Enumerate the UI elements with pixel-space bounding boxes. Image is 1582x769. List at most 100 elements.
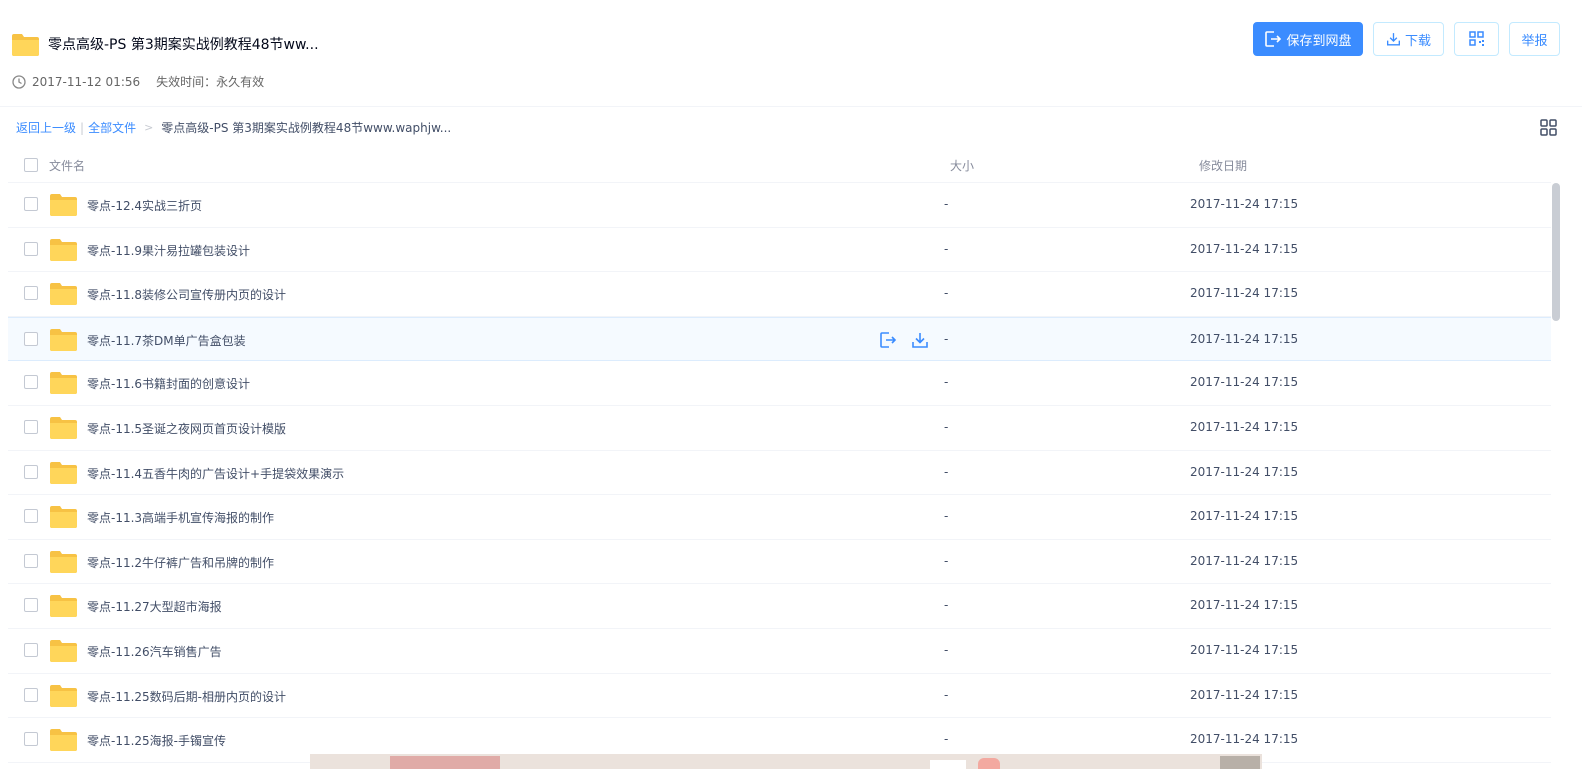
file-size: - [944,598,949,613]
file-name[interactable]: 零点-11.9果汁易拉罐包装设计 [87,242,250,259]
report-label: 举报 [1521,33,1548,49]
folder-icon [50,595,77,618]
file-list-header: 文件名 大小 修改日期 [8,146,1551,183]
folder-icon [50,550,77,573]
file-size: - [944,509,949,524]
download-button[interactable]: 下载 [1373,22,1444,56]
file-date: 2017-11-24 17:15 [1190,375,1299,390]
share-title: 零点高级-PS 第3期案实战例教程48节ww... [48,37,319,53]
folder-icon [50,328,77,351]
file-row[interactable]: 零点-12.4实战三折页 - 2017-11-24 17:15 [8,183,1551,228]
row-checkbox[interactable] [24,553,38,568]
qr-code-icon [1468,31,1484,46]
folder-icon [50,639,77,662]
file-date: 2017-11-24 17:15 [1190,553,1299,568]
column-size[interactable]: 大小 [950,157,974,174]
row-checkbox[interactable] [24,197,38,211]
file-row[interactable]: 零点-11.8装修公司宣传册内页的设计 - 2017-11-24 17:15 [8,272,1551,317]
file-date: 2017-11-24 17:15 [1190,286,1299,301]
file-row[interactable]: 零点-11.3高端手机宣传海报的制作 - 2017-11-24 17:15 [8,495,1551,540]
file-date: 2017-11-24 17:15 [1190,464,1299,479]
save-to-cloud-button[interactable]: 保存到网盘 [1253,22,1363,56]
row-checkbox[interactable] [24,598,38,613]
share-date: 2017-11-12 01:56 [32,74,141,89]
file-size: - [944,642,949,657]
file-name[interactable]: 零点-11.5圣诞之夜网页首页设计模版 [87,420,286,437]
file-row[interactable]: 零点-11.9果汁易拉罐包装设计 - 2017-11-24 17:15 [8,228,1551,273]
bottom-ad-banner[interactable] [310,754,1262,769]
download-icon[interactable] [910,330,930,350]
row-checkbox[interactable] [24,687,38,702]
file-name[interactable]: 零点-11.2牛仔裤广告和吊牌的制作 [87,554,274,571]
back-link[interactable]: 返回上一级 [16,119,76,136]
file-row[interactable]: 零点-11.6书籍封面的创意设计 - 2017-11-24 17:15 [8,361,1551,406]
file-name[interactable]: 零点-11.7茶DM单广告盒包装 [87,332,246,349]
row-checkbox[interactable] [24,642,38,657]
select-all-checkbox[interactable] [24,158,38,172]
share-header: 零点高级-PS 第3期案实战例教程48节ww... 2017-11-12 01:… [0,0,1582,107]
file-row[interactable]: 零点-11.4五香牛肉的广告设计+手提袋效果演示 - 2017-11-24 17:1… [8,451,1551,496]
download-label: 下载 [1404,33,1431,49]
file-row[interactable]: 零点-11.25数码后期-相册内页的设计 - 2017-11-24 17:15 [8,674,1551,719]
row-checkbox[interactable] [24,286,38,301]
folder-icon [50,684,77,707]
row-checkbox[interactable] [24,419,38,434]
file-size: - [944,419,949,434]
file-size: - [944,241,949,256]
column-name[interactable]: 文件名 [49,157,85,174]
save-to-cloud-icon[interactable] [878,330,898,350]
file-date: 2017-11-24 17:15 [1190,642,1299,657]
file-size: - [944,331,949,346]
file-size: - [944,732,949,747]
file-date: 2017-11-24 17:15 [1190,419,1299,434]
column-date[interactable]: 修改日期 [1199,157,1247,174]
report-button[interactable]: 举报 [1509,22,1560,56]
clock-icon [12,74,26,89]
row-checkbox[interactable] [24,732,38,747]
file-row[interactable]: 零点-11.27大型超市海报 - 2017-11-24 17:15 [8,584,1551,629]
download-icon [1386,33,1400,46]
file-name[interactable]: 零点-12.4实战三折页 [87,197,202,214]
file-size: - [944,464,949,479]
file-name[interactable]: 零点-11.8装修公司宣传册内页的设计 [87,286,286,303]
file-row[interactable]: 零点-11.7茶DM单广告盒包装 - 2017-11-24 17:15 [8,316,1551,362]
folder-icon [50,461,77,484]
file-row[interactable]: 零点-11.2牛仔裤广告和吊牌的制作 - 2017-11-24 17:15 [8,540,1551,585]
scrollbar[interactable] [1552,183,1560,321]
share-meta: 2017-11-12 01:56 失效时间：永久有效 [12,73,264,90]
file-name[interactable]: 零点-11.26汽车销售广告 [87,643,222,660]
grid-view-icon[interactable] [1540,119,1557,136]
folder-icon [50,238,77,261]
file-list: 零点-12.4实战三折页 - 2017-11-24 17:15 零点-11.9果汁易拉… [8,183,1551,769]
breadcrumb-separator: | [80,120,85,135]
folder-icon [50,283,77,306]
expire-time: 失效时间：永久有效 [156,75,265,89]
row-checkbox[interactable] [24,331,38,346]
file-name[interactable]: 零点-11.25海报-手镯宣传 [87,732,226,749]
file-name[interactable]: 零点-11.27大型超市海报 [87,598,222,615]
file-date: 2017-11-24 17:15 [1190,197,1299,211]
row-checkbox[interactable] [24,464,38,479]
breadcrumb-current: 零点高级-PS 第3期案实战例教程48节www.waphjw... [161,121,452,135]
file-row[interactable]: 零点-11.5圣诞之夜网页首页设计模版 - 2017-11-24 17:15 [8,406,1551,451]
row-checkbox[interactable] [24,241,38,256]
file-size: - [944,286,949,301]
breadcrumb-arrow: > [144,121,154,134]
file-row[interactable]: 零点-11.26汽车销售广告 - 2017-11-24 17:15 [8,629,1551,674]
file-name[interactable]: 零点-11.6书籍封面的创意设计 [87,375,250,392]
qr-code-button[interactable] [1454,22,1499,56]
folder-icon [50,194,77,216]
folder-icon [50,729,77,752]
breadcrumb: 返回上一级 | 全部文件 > 零点高级-PS 第3期案实战例教程48节www.w… [16,119,451,136]
all-files-link[interactable]: 全部文件 [88,119,136,136]
file-name[interactable]: 零点-11.4五香牛肉的广告设计+手提袋效果演示 [87,465,344,482]
file-size: - [944,197,949,211]
file-size: - [944,375,949,390]
row-checkbox[interactable] [24,509,38,524]
row-checkbox[interactable] [24,375,38,390]
file-date: 2017-11-24 17:15 [1190,598,1299,613]
folder-icon [12,34,39,56]
file-date: 2017-11-24 17:15 [1190,687,1299,702]
file-name[interactable]: 零点-11.3高端手机宣传海报的制作 [87,509,274,526]
file-name[interactable]: 零点-11.25数码后期-相册内页的设计 [87,688,286,705]
